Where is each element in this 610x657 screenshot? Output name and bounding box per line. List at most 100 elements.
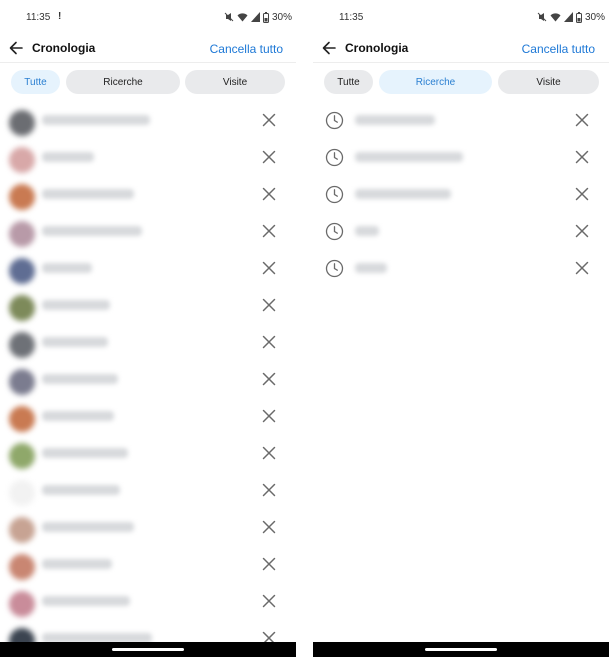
site-favicon [9, 295, 35, 321]
search-history-item[interactable] [313, 139, 609, 176]
search-history-item[interactable] [313, 102, 609, 139]
visit-history-item[interactable] [0, 361, 296, 398]
close-icon [261, 372, 277, 391]
visit-history-item[interactable] [0, 250, 296, 287]
back-button[interactable] [319, 38, 339, 58]
remove-item-button[interactable] [261, 556, 277, 572]
site-favicon [9, 406, 35, 432]
site-favicon [9, 258, 35, 284]
remove-item-button[interactable] [261, 408, 277, 424]
site-favicon [9, 517, 35, 543]
close-icon [261, 335, 277, 354]
remove-item-button[interactable] [261, 223, 277, 239]
search-history-item[interactable] [313, 176, 609, 213]
visit-history-item[interactable] [0, 583, 296, 620]
close-icon [574, 150, 590, 169]
close-icon [261, 187, 277, 206]
notification-icon: ! [58, 11, 62, 22]
blurred-item-text [42, 374, 118, 384]
status-bar: 11:35 30% [313, 0, 609, 34]
site-favicon [9, 147, 35, 173]
blurred-item-text [42, 115, 150, 125]
close-icon [574, 187, 590, 206]
navigation-bar [313, 642, 609, 657]
tab-visits[interactable]: Visite [185, 70, 285, 94]
close-icon [261, 150, 277, 169]
remove-item-button[interactable] [261, 334, 277, 350]
status-time: 11:35 [26, 12, 51, 23]
remove-item-button[interactable] [261, 149, 277, 165]
wifi-icon [237, 13, 248, 22]
visit-history-item[interactable] [0, 435, 296, 472]
remove-item-button[interactable] [574, 223, 590, 239]
remove-item-button[interactable] [261, 297, 277, 313]
home-handle[interactable] [425, 648, 497, 651]
remove-item-button[interactable] [574, 149, 590, 165]
site-favicon [9, 443, 35, 469]
remove-item-button[interactable] [261, 519, 277, 535]
visit-history-item[interactable] [0, 139, 296, 176]
wifi-icon [550, 13, 561, 22]
visit-history-item[interactable] [0, 287, 296, 324]
remove-item-button[interactable] [261, 593, 277, 609]
back-button[interactable] [6, 38, 26, 58]
remove-item-button[interactable] [261, 260, 277, 276]
search-history-item[interactable] [313, 250, 609, 287]
clock-icon [325, 222, 344, 241]
phone-screen-searches: 11:35 30% Cronologia Cancella tutto Tutt… [313, 0, 609, 657]
signal-icon [250, 12, 260, 22]
phone-screen-all: 11:35 ! 30% Cronologia Cancella tutto Tu… [0, 0, 296, 657]
remove-item-button[interactable] [261, 371, 277, 387]
tab-searches[interactable]: Ricerche [379, 70, 492, 94]
visit-history-item[interactable] [0, 176, 296, 213]
remove-item-button[interactable] [574, 186, 590, 202]
site-favicon [9, 369, 35, 395]
visit-history-item[interactable] [0, 546, 296, 583]
search-history-item[interactable] [313, 213, 609, 250]
page-title: Cronologia [32, 41, 96, 55]
clear-all-button[interactable]: Cancella tutto [522, 42, 595, 56]
blurred-item-text [42, 559, 112, 569]
visit-history-item[interactable] [0, 398, 296, 435]
site-favicon [9, 591, 35, 617]
mute-icon [224, 12, 234, 22]
battery-percent: 30% [584, 11, 605, 23]
blurred-item-text [42, 263, 92, 273]
close-icon [261, 409, 277, 428]
status-icons: 30% [521, 9, 609, 25]
site-favicon [9, 110, 35, 136]
status-bar: 11:35 ! 30% [0, 0, 296, 34]
visit-history-item[interactable] [0, 324, 296, 361]
clock-icon [325, 185, 344, 204]
remove-item-button[interactable] [261, 445, 277, 461]
close-icon [574, 113, 590, 132]
site-favicon [9, 554, 35, 580]
blurred-item-text [42, 596, 130, 606]
clear-all-button[interactable]: Cancella tutto [210, 42, 283, 56]
visit-history-item[interactable] [0, 509, 296, 546]
site-favicon [9, 332, 35, 358]
remove-item-button[interactable] [261, 112, 277, 128]
close-icon [261, 261, 277, 280]
blurred-item-text [42, 152, 94, 162]
blurred-item-text [42, 411, 114, 421]
blurred-item-text [42, 226, 142, 236]
close-icon [261, 113, 277, 132]
blurred-item-text [42, 485, 120, 495]
tab-searches[interactable]: Ricerche [66, 70, 180, 94]
home-handle[interactable] [112, 648, 184, 651]
blurred-item-text [355, 263, 387, 273]
close-icon [261, 483, 277, 502]
visit-history-item[interactable] [0, 472, 296, 509]
blurred-item-text [42, 189, 134, 199]
remove-item-button[interactable] [574, 112, 590, 128]
remove-item-button[interactable] [261, 482, 277, 498]
tab-all[interactable]: Tutte [324, 70, 373, 94]
visit-history-item[interactable] [0, 213, 296, 250]
remove-item-button[interactable] [574, 260, 590, 276]
tab-all[interactable]: Tutte [11, 70, 60, 94]
close-icon [574, 224, 590, 243]
remove-item-button[interactable] [261, 186, 277, 202]
visit-history-item[interactable] [0, 102, 296, 139]
tab-visits[interactable]: Visite [498, 70, 599, 94]
